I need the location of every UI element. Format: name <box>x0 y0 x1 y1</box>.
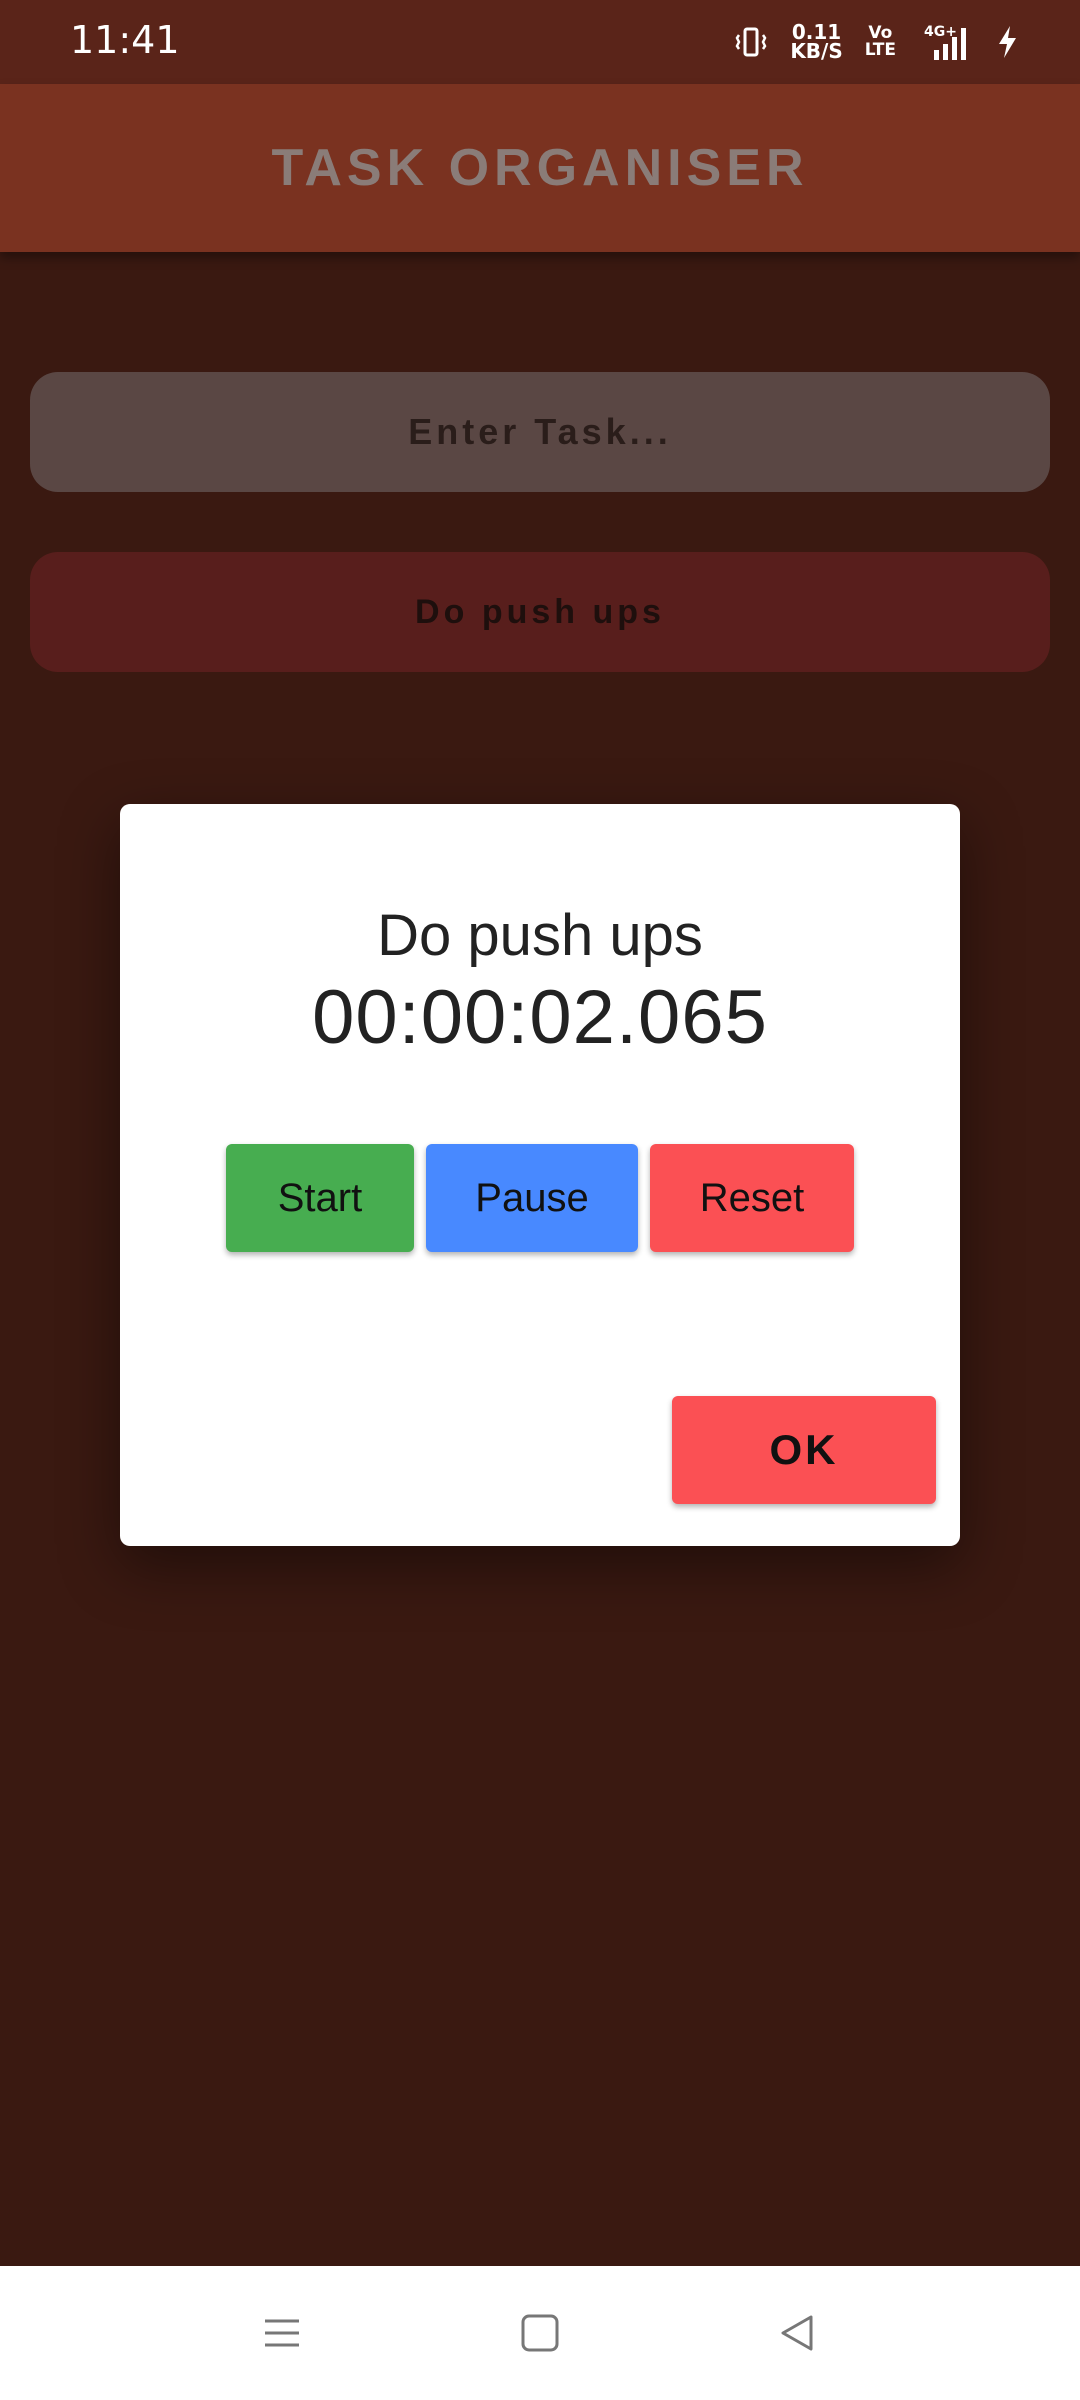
nav-bar <box>0 2266 1080 2400</box>
status-bar: 11:41 0.11 KB/S Vo LTE 4G+ <box>0 0 1080 84</box>
stopwatch-dialog: Do push ups 00:00:02.065 Start Pause Res… <box>120 804 960 1546</box>
app-title: TASK ORGANISER <box>271 139 809 197</box>
ok-button[interactable]: OK <box>672 1396 936 1504</box>
net-speed-unit: KB/S <box>790 39 843 63</box>
task-input-placeholder: Enter Task... <box>408 411 672 452</box>
volte-bottom: LTE <box>864 40 896 60</box>
status-time: 11:41 <box>70 18 180 62</box>
dialog-title: Do push ups <box>377 903 703 968</box>
volte-icon: Vo LTE <box>865 25 896 59</box>
vibrate-icon <box>734 26 768 58</box>
home-icon[interactable] <box>505 2298 575 2368</box>
app-bar: TASK ORGANISER <box>0 84 1080 252</box>
menu-icon[interactable] <box>247 2298 317 2368</box>
network-speed: 0.11 KB/S <box>790 22 843 63</box>
task-item-label: Do push ups <box>415 592 665 631</box>
status-icons: 0.11 KB/S Vo LTE 4G+ <box>734 18 1018 66</box>
task-input[interactable]: Enter Task... <box>30 372 1050 492</box>
pause-button[interactable]: Pause <box>426 1144 638 1252</box>
reset-button[interactable]: Reset <box>650 1144 854 1252</box>
charging-icon <box>996 24 1018 60</box>
task-item[interactable]: Do push ups <box>30 552 1050 672</box>
back-icon[interactable] <box>762 2298 832 2368</box>
signal-icon: 4G+ <box>918 22 974 62</box>
timer-display: 00:00:02.065 <box>312 975 768 1060</box>
start-button[interactable]: Start <box>226 1144 414 1252</box>
